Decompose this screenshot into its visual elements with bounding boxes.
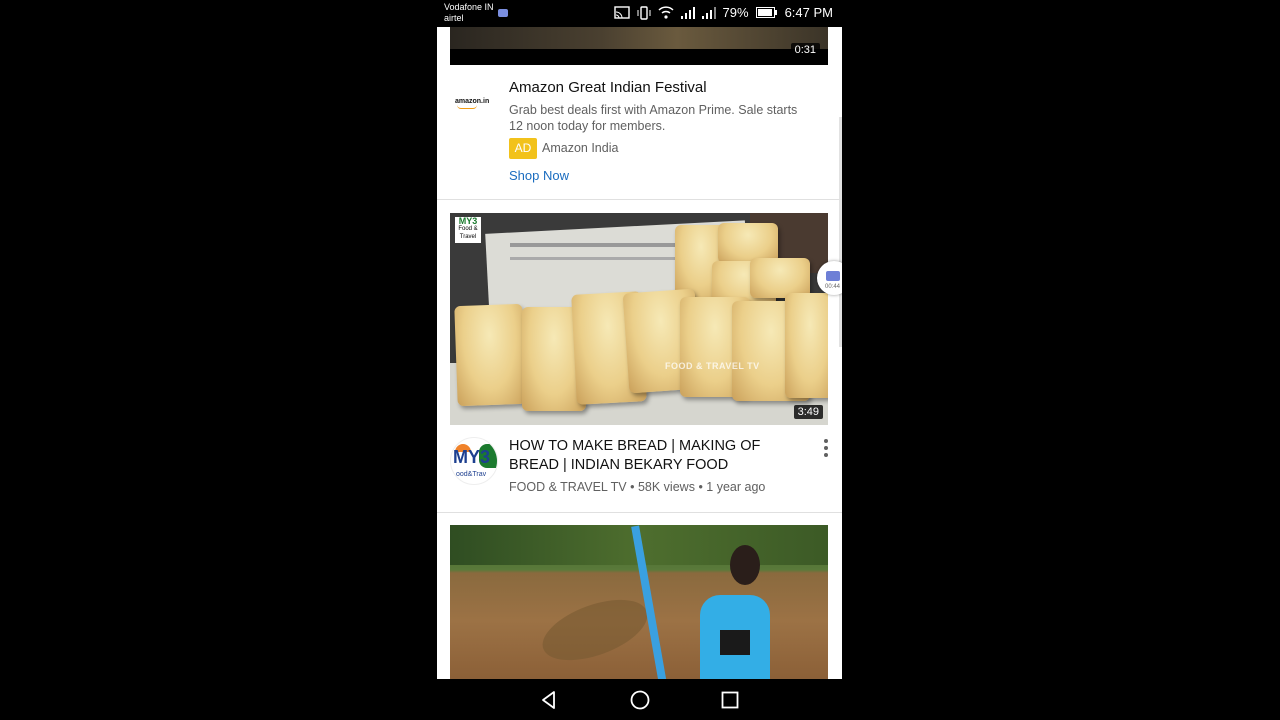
ad-card[interactable]: amazon.in Amazon Great Indian Festival G… bbox=[437, 65, 842, 200]
upload-age: 1 year ago bbox=[706, 480, 766, 494]
video-thumbnail-bread[interactable]: MY3 Food & Travel FOOD & TRAVEL TV 3:49 bbox=[450, 213, 828, 425]
channel-watermark-logo: MY3 Food & Travel bbox=[455, 217, 481, 243]
video-thumbnail-next[interactable] bbox=[450, 525, 828, 679]
bread-loaf bbox=[750, 258, 810, 298]
recording-timer: 00:44 bbox=[825, 284, 841, 290]
ad-advertiser: Amazon India bbox=[542, 141, 619, 155]
video-watermark-text: FOOD & TRAVEL TV bbox=[665, 361, 760, 371]
signal-icon-sim1 bbox=[680, 6, 695, 19]
screen-recorder-status-icon bbox=[498, 9, 508, 17]
duration-badge: 3:49 bbox=[793, 405, 823, 419]
bread-loaf bbox=[785, 293, 828, 398]
recents-icon[interactable] bbox=[718, 688, 742, 712]
bread-loaf bbox=[454, 303, 526, 407]
status-icons: 79% 6:47 PM bbox=[613, 5, 833, 20]
navigation-bar bbox=[437, 679, 842, 720]
view-count: 58K views bbox=[637, 480, 695, 494]
video-info[interactable]: MY3 ood&Trav HOW TO MAKE BREAD | MAKING … bbox=[437, 425, 842, 513]
video-title[interactable]: HOW TO MAKE BREAD | MAKING OF BREAD | IN… bbox=[509, 437, 779, 475]
clock: 6:47 PM bbox=[784, 5, 833, 20]
video-thumbnail-previous[interactable]: 0:31 bbox=[450, 27, 828, 65]
vibrate-icon bbox=[637, 5, 651, 20]
battery-icon bbox=[755, 7, 777, 18]
phone-screen: Vodafone IN airtel 79% 6:47 PM 0:31 amaz… bbox=[437, 0, 842, 720]
ad-badge: AD bbox=[509, 138, 537, 159]
signal-icon-sim2 bbox=[701, 6, 716, 19]
carrier-secondary: airtel bbox=[444, 13, 464, 23]
carrier-info: Vodafone IN airtel bbox=[444, 2, 494, 24]
ad-title[interactable]: Amazon Great Indian Festival bbox=[509, 79, 707, 96]
video-camera-icon bbox=[826, 271, 840, 281]
wifi-icon bbox=[658, 6, 674, 19]
feed[interactable]: 0:31 amazon.in Amazon Great Indian Festi… bbox=[437, 27, 842, 679]
bread-loaf bbox=[718, 223, 778, 263]
amazon-smile-icon bbox=[457, 105, 477, 109]
more-options-icon[interactable] bbox=[820, 439, 832, 459]
cast-icon bbox=[613, 5, 630, 19]
home-icon[interactable] bbox=[628, 688, 652, 712]
duration-badge: 0:31 bbox=[790, 43, 820, 57]
ad-description: Grab best deals first with Amazon Prime.… bbox=[509, 103, 798, 133]
carrier-primary: Vodafone IN bbox=[444, 2, 494, 12]
amazon-logo: amazon.in bbox=[455, 98, 489, 109]
channel-avatar[interactable]: MY3 ood&Trav bbox=[450, 437, 498, 485]
shop-now-link[interactable]: Shop Now bbox=[509, 168, 569, 183]
status-bar: Vodafone IN airtel 79% 6:47 PM bbox=[437, 0, 842, 27]
battery-percent: 79% bbox=[722, 5, 749, 20]
channel-name: FOOD & TRAVEL TV bbox=[509, 480, 627, 494]
back-icon[interactable] bbox=[537, 688, 561, 712]
video-metadata: FOOD & TRAVEL TV • 58K views • 1 year ag… bbox=[509, 480, 766, 494]
